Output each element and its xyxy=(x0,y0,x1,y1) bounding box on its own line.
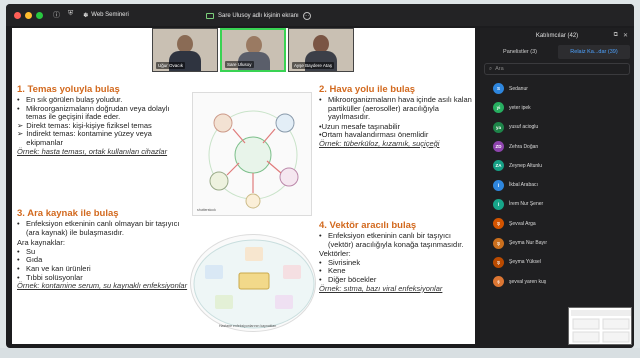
video-strip: Uğur Ovacık Sare Ulusoy Ayşe Baydere Ata… xyxy=(152,28,354,72)
video-name-label: Ayşe Baydere Ataş xyxy=(292,62,334,69)
video-name-label: Sare Ulusoy xyxy=(225,61,254,68)
screen-share-indicator[interactable]: Sare Ulusoy adlı kişinin ekranı ⋯ xyxy=(201,10,316,21)
avatar: Ş xyxy=(493,218,504,230)
avatar: S xyxy=(493,83,504,95)
maximize-window-button[interactable] xyxy=(36,11,43,19)
participant-name: Şeyma Yüksel xyxy=(509,259,541,266)
participant-name: Zehra Doğan xyxy=(509,143,539,150)
shield-icon[interactable]: ⛨ xyxy=(68,10,73,20)
participant-tabs: Panelistler (3) Relaiz Ka...dar (39) xyxy=(484,45,630,59)
share-title: Sare Ulusoy adlı kişinin ekranı xyxy=(218,12,299,19)
screen-share-icon xyxy=(206,12,214,19)
hospital-infection-sources-image: Hastane enfeksiyonlarının kaynakları xyxy=(190,234,316,332)
avatar: ş xyxy=(493,276,504,288)
desktop-background xyxy=(0,348,640,358)
participant-row[interactable]: ZD Zehra Doğan xyxy=(480,137,634,156)
section-title: 1. Temas yoluyla bulaş xyxy=(17,84,120,95)
example-text: Örnek: kontamine serum, su kaynaklı enfe… xyxy=(17,281,188,291)
participant-name: şevval yaren kuş xyxy=(509,278,547,285)
search-icon: ⌕ xyxy=(489,65,493,72)
avatar: ZD xyxy=(493,141,504,153)
participant-row[interactable]: İ İkbal Arabacı xyxy=(480,175,634,194)
section-title: 3. Ara kaynak ile bulaş xyxy=(17,208,119,219)
list-item: • Enfeksiyon etkeninin canlı olmayan bir … xyxy=(17,219,180,237)
participant-name: İrem Nur Şener xyxy=(509,201,544,208)
paw-icon: ✽ xyxy=(83,12,89,19)
avatar: Ş xyxy=(493,256,504,268)
section-vector: 4. Vektör aracılı bulaş • Enfeksiyon etke… xyxy=(319,220,473,293)
section-contact: 1. Temas yoluyla bulaş • En sık görülen b… xyxy=(17,84,187,156)
list-item: • Mikroorganizmaların doğrudan veya dolay… xyxy=(17,103,170,122)
info-icon[interactable]: ⓘ xyxy=(53,10,60,20)
example-text: Örnek: tüberküloz, kızamık, suçiçeği xyxy=(319,138,440,148)
participant-row[interactable]: S Sedanur xyxy=(480,79,634,98)
webinar-label: Web Semineri xyxy=(91,12,129,18)
avatar: Ş xyxy=(493,237,504,249)
avatar: İ xyxy=(493,179,504,191)
section-vehicle: 3. Ara kaynak ile bulaş • Enfeksiyon etke… xyxy=(17,208,189,291)
section-title: 2. Hava yolu ile bulaş xyxy=(319,84,416,95)
title-bar: ⓘ ⛨ ✽ Web Semineri Sare Ulusoy adlı kişi… xyxy=(6,4,634,26)
transmission-diagram: shutterstock xyxy=(192,92,312,216)
webinar-indicator: ✽ Web Semineri xyxy=(83,12,129,19)
panel-header: Katılımcılar (42) ⧉ ✕ xyxy=(480,28,634,44)
video-name-label: Uğur Ovacık xyxy=(156,62,186,69)
self-view-thumbnail[interactable] xyxy=(568,307,632,345)
list-item: ➢ İndirekt temas: kontamine yüzey veya ek… xyxy=(17,129,152,147)
participant-list: S Sedanur yi yeter ipek ya yusuf acioglu ZD Zeh… xyxy=(480,79,634,291)
video-tile[interactable]: Uğur Ovacık xyxy=(152,28,218,72)
participant-row[interactable]: Ş Şevval Arga xyxy=(480,214,634,233)
image-caption: shutterstock xyxy=(197,208,216,212)
panel-title: Katılımcılar (42) xyxy=(535,33,579,39)
participant-row[interactable]: İ İrem Nur Şener xyxy=(480,195,634,214)
share-options-icon[interactable]: ⋯ xyxy=(302,11,311,20)
participant-row[interactable]: Ş Şeyma Yüksel xyxy=(480,253,634,272)
image-caption: Hastane enfeksiyonlarının kaynakları xyxy=(219,324,277,328)
example-text: Örnek: hasta teması, ortak kullanılan ci… xyxy=(17,146,168,156)
section-airborne: 2. Hava yolu ile bulaş • Mikroorganizmala… xyxy=(319,84,473,149)
participant-row[interactable]: ZA Zeynep Altunlu xyxy=(480,156,634,175)
panel-icons: ⧉ ✕ xyxy=(614,32,628,39)
participant-name: İkbal Arabacı xyxy=(509,182,538,189)
tab-panelists[interactable]: Panelistler (3) xyxy=(484,45,556,59)
example-text: Örnek: sıtma, bazı viral enfeksiyonlar xyxy=(319,283,443,293)
participant-name: Zeynep Altunlu xyxy=(509,162,543,169)
close-icon[interactable]: ✕ xyxy=(623,32,628,39)
participant-row[interactable]: ya yusuf acioglu xyxy=(480,118,634,137)
section-title: 4. Vektör aracılı bulaş xyxy=(319,220,417,231)
avatar: yi xyxy=(493,102,504,114)
minimize-window-button[interactable] xyxy=(25,11,32,19)
list-item: • Su xyxy=(17,246,36,256)
participant-row[interactable]: yi yeter ipek xyxy=(480,98,634,117)
avatar: İ xyxy=(493,198,504,210)
close-window-button[interactable] xyxy=(14,11,21,19)
window-controls xyxy=(14,11,43,19)
toolbar-icons: ⓘ ⛨ xyxy=(53,10,73,20)
video-tile-active-speaker[interactable]: Sare Ulusoy xyxy=(220,28,286,72)
avatar: ZA xyxy=(493,160,504,172)
participants-panel: Katılımcılar (42) ⧉ ✕ Panelistler (3) Re… xyxy=(480,28,634,348)
participant-name: yeter ipek xyxy=(509,104,531,111)
search-input[interactable]: ⌕ Ara xyxy=(484,63,630,75)
popout-icon[interactable]: ⧉ xyxy=(614,32,618,39)
zoom-window: ⓘ ⛨ ✽ Web Semineri Sare Ulusoy adlı kişi… xyxy=(6,4,634,348)
participant-row[interactable]: ş şevval yaren kuş xyxy=(480,272,634,291)
shared-slide: 1. Temas yoluyla bulaş • En sık görülen b… xyxy=(12,28,475,344)
subheading: Ara kaynaklar: xyxy=(17,238,65,248)
participant-name: Sedanur xyxy=(509,85,528,92)
participant-row[interactable]: Ş Şeyma Nur Bayır xyxy=(480,233,634,252)
participant-name: Şevval Arga xyxy=(509,220,536,227)
list-item: • Mikroorganizmaların hava içinde asılı k… xyxy=(319,95,472,122)
tab-attendees[interactable]: Relaiz Ka...dar (39) xyxy=(558,45,630,59)
video-tile[interactable]: Ayşe Baydere Ataş xyxy=(288,28,354,72)
avatar: ya xyxy=(493,121,504,133)
participant-name: Şeyma Nur Bayır xyxy=(509,240,548,247)
participant-name: yusuf acioglu xyxy=(509,124,539,131)
list-item: • Enfeksiyon etkeninin canlı bir taşıyıcı… xyxy=(319,231,464,249)
search-placeholder: Ara xyxy=(495,66,504,72)
